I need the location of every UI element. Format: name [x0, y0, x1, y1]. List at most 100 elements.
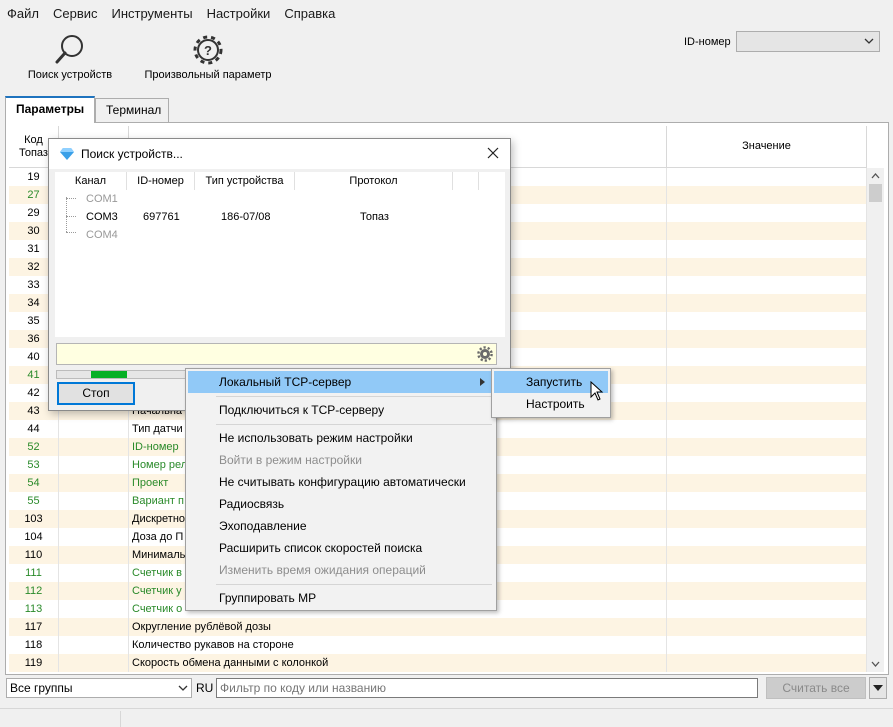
cell-col2 [59, 528, 129, 546]
cell-name: Округление рублёвой дозы [129, 618, 667, 636]
device-channel: COM3 [86, 211, 118, 223]
cell-col2 [59, 546, 129, 564]
magnifier-icon [55, 35, 83, 64]
device-row[interactable]: COM3 697761 186-07/08 Топаз [55, 208, 505, 226]
close-icon[interactable] [486, 146, 500, 160]
table-row[interactable]: 118 Количество рукавов на стороне [9, 636, 867, 654]
device-row[interactable]: COM1 [55, 190, 505, 208]
cell-name: Скорость обмена данными с колонкой [129, 654, 667, 672]
device-row[interactable]: COM4 [55, 226, 505, 244]
cell-code: 103 [9, 510, 59, 528]
menu-item-label: Расширить список скоростей поиска [219, 541, 423, 555]
dialog-status-field[interactable] [56, 343, 497, 365]
table-row[interactable]: 117 Округление рублёвой дозы [9, 618, 867, 636]
context-menu-item[interactable]: Локальный TCP-сервер [188, 371, 494, 393]
menu-item-label: Группировать МР [219, 591, 317, 605]
cell-value [667, 546, 867, 564]
context-menu-item[interactable]: Радиосвязь [188, 493, 494, 515]
read-all-dropdown[interactable] [869, 677, 887, 699]
menu-file[interactable]: Файл [0, 4, 46, 24]
cell-col2 [59, 510, 129, 528]
context-menu-item[interactable]: Подключиться к TCP-серверу [188, 399, 494, 421]
context-menu-item[interactable]: Группировать МР [188, 587, 494, 609]
group-select[interactable]: Все группы [6, 678, 192, 698]
vertical-scrollbar[interactable] [867, 168, 884, 672]
mouse-cursor-icon [590, 381, 604, 401]
header-protocol[interactable]: Протокол [295, 172, 453, 190]
cell-value [667, 582, 867, 600]
header-value[interactable]: Значение [667, 126, 867, 168]
header-extra-1 [453, 172, 479, 190]
cell-value [667, 618, 867, 636]
cell-col2 [59, 618, 129, 636]
cell-value [667, 474, 867, 492]
context-menu-item[interactable]: Не считывать конфигурацию автоматически [188, 471, 494, 493]
device-id: 697761 [143, 211, 180, 223]
id-number-combo[interactable] [736, 31, 880, 52]
context-menu-item[interactable]: Расширить список скоростей поиска [188, 537, 494, 559]
search-devices-button[interactable]: Поиск устройств [20, 33, 120, 81]
cell-code: 52 [9, 438, 59, 456]
cell-value [667, 240, 867, 258]
cell-code: 111 [9, 564, 59, 582]
cell-col2 [59, 636, 129, 654]
cell-value [667, 492, 867, 510]
dialog-title: Поиск устройств... [81, 147, 183, 161]
device-channel: COM4 [86, 229, 118, 241]
cell-value [667, 564, 867, 582]
cell-code: 118 [9, 636, 59, 654]
scroll-down-icon[interactable] [870, 659, 881, 669]
scroll-up-icon[interactable] [870, 171, 881, 181]
device-protocol: Топаз [360, 211, 389, 223]
cell-col2 [59, 600, 129, 618]
language-indicator: RU [196, 681, 214, 695]
diamond-icon [60, 148, 74, 160]
header-id[interactable]: ID-номер [127, 172, 195, 190]
menu-item-label: Радиосвязь [219, 497, 285, 511]
custom-parameter-button[interactable]: ? Произвольный параметр [140, 33, 276, 81]
menu-help[interactable]: Справка [277, 4, 342, 24]
tab-terminal[interactable]: Терминал [95, 98, 169, 122]
dialog-titlebar[interactable]: Поиск устройств... [49, 139, 510, 169]
menu-settings[interactable]: Настройки [200, 4, 278, 24]
cell-value [667, 402, 867, 420]
context-menu: Локальный TCP-сервер Подключиться к TCP-с… [185, 368, 497, 611]
cell-value [667, 168, 867, 186]
cell-col2 [59, 438, 129, 456]
scroll-thumb[interactable] [869, 184, 882, 202]
header-channel[interactable]: Канал [55, 172, 127, 190]
menu-separator [216, 424, 492, 425]
cell-col2 [59, 456, 129, 474]
cell-code: 113 [9, 600, 59, 618]
cell-value [667, 600, 867, 618]
menu-service[interactable]: Сервис [46, 4, 105, 24]
cell-col2 [59, 564, 129, 582]
menu-tools[interactable]: Инструменты [105, 4, 200, 24]
tab-parameters[interactable]: Параметры [5, 96, 95, 123]
table-row[interactable]: 119 Скорость обмена данными с колонкой [9, 654, 867, 672]
context-menu-item[interactable]: Эхоподавление [188, 515, 494, 537]
stop-button[interactable]: Стоп [57, 382, 135, 405]
device-channel: COM1 [86, 193, 118, 205]
cell-code: 110 [9, 546, 59, 564]
gear-icon[interactable] [477, 346, 493, 362]
filter-input[interactable] [216, 678, 758, 698]
header-type[interactable]: Тип устройства [195, 172, 295, 190]
cell-value [667, 258, 867, 276]
cell-code: 112 [9, 582, 59, 600]
submenu-arrow-icon [480, 378, 485, 386]
menu-bar: Файл Сервис Инструменты Настройки Справк… [0, 4, 342, 24]
context-menu-item[interactable]: Не использовать режим настройки [188, 427, 494, 449]
cell-col2 [59, 582, 129, 600]
cell-value [667, 438, 867, 456]
read-all-button[interactable]: Считать все [766, 677, 866, 699]
cell-code: 53 [9, 456, 59, 474]
gear-question-icon: ? [193, 35, 223, 65]
custom-parameter-label: Произвольный параметр [144, 69, 272, 81]
menu-separator [216, 396, 492, 397]
menu-item-label: Не считывать конфигурацию автоматически [219, 475, 466, 489]
cell-code: 54 [9, 474, 59, 492]
devices-table: Канал ID-номер Тип устройства Протокол C… [55, 172, 505, 337]
chevron-down-icon [178, 685, 188, 691]
chevron-down-icon [864, 38, 874, 44]
